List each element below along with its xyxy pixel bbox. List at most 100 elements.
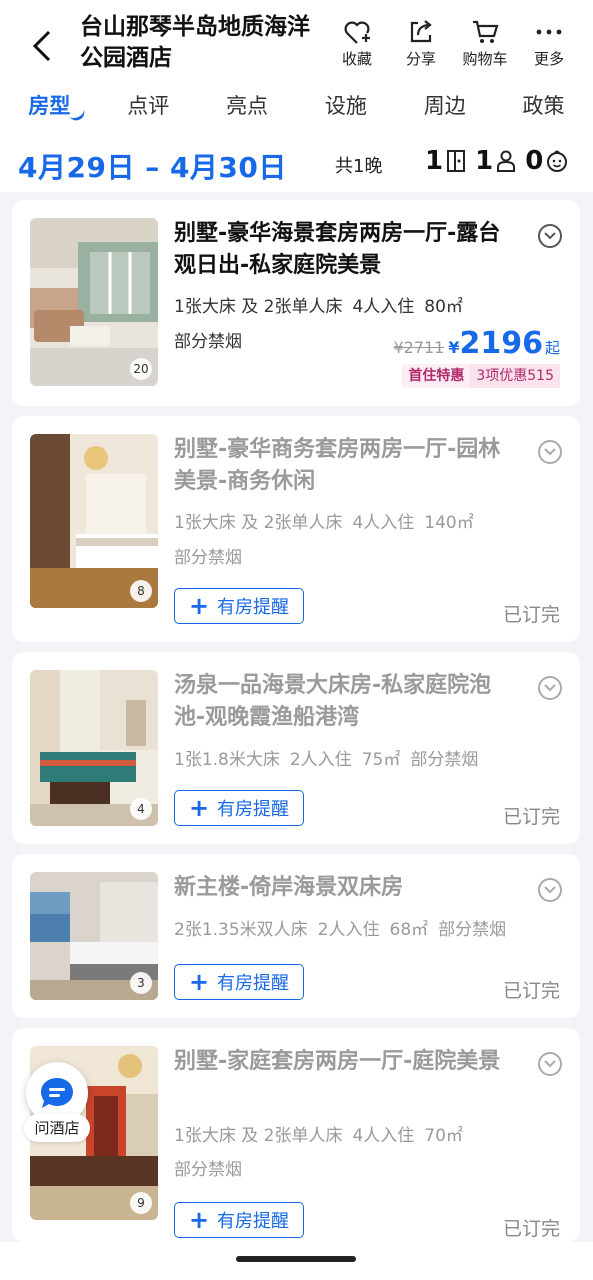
room-specs: 1张大床 及 2张单人床 4人入住 140㎡: [174, 511, 484, 535]
expand-button[interactable]: [538, 440, 562, 464]
share-icon: [410, 20, 432, 43]
more-icon: [536, 29, 562, 35]
door-icon: [447, 150, 466, 172]
chevron-down-icon: [544, 1060, 556, 1068]
room-card[interactable]: 9 别墅-家庭套房两房一厅-庭院美景 1张大床 及 2张单人床 4人入住 70㎡ 部…: [12, 1028, 580, 1242]
sold-out-status: 已订完: [502, 980, 560, 1002]
room-name: 汤泉一品海景大床房-私家庭院泡池-观晚霞渔船港湾: [174, 673, 492, 730]
area-info: 80㎡: [424, 297, 463, 317]
heart-plus-icon: [344, 21, 370, 44]
tab-bar: 房型 点评 亮点 设施 周边 政策: [0, 88, 593, 132]
promo-detail: 3项优惠515: [470, 364, 560, 388]
guest-info: 2人入住: [289, 750, 352, 770]
room-photo[interactable]: 20: [30, 218, 158, 386]
tab-reviews[interactable]: 点评: [99, 88, 198, 132]
adult-icon: [497, 150, 516, 172]
photo-count: 20: [130, 358, 152, 380]
chat-icon: [41, 1078, 73, 1108]
photo-count: 3: [130, 972, 152, 994]
room-card[interactable]: 8 别墅-豪华商务套房两房一厅-园林美景-商务休闲 1张大床 及 2张单人床 4人…: [12, 416, 580, 642]
guest-info: 4人入住: [352, 297, 415, 317]
promo-badge[interactable]: 首住特惠 3项优惠515: [402, 364, 560, 388]
expand-button[interactable]: [538, 878, 562, 902]
photo-count: 4: [130, 798, 152, 820]
more-label: 更多: [533, 50, 564, 68]
tab-room-types[interactable]: 房型: [0, 88, 99, 132]
children-value: 0: [525, 146, 544, 176]
guest-info: 4人入住: [352, 1126, 415, 1146]
bed-info: 2张1.35米双人床: [174, 920, 308, 940]
smoking-info: 部分禁烟: [174, 332, 242, 352]
tab-facilities[interactable]: 设施: [296, 88, 395, 132]
original-price: ¥2711: [393, 338, 445, 357]
room-specs: 1张大床 及 2张单人床 4人入住 80㎡: [174, 295, 473, 319]
room-specs: 1张大床 及 2张单人床 4人入住 70㎡: [174, 1124, 473, 1148]
chevron-down-icon: [544, 232, 556, 240]
availability-alert-button[interactable]: + 有房提醒: [174, 1202, 304, 1238]
date-range[interactable]: 4月29日 – 4月30日: [18, 146, 287, 186]
adults-value: 1: [475, 146, 494, 176]
smoking-info: 部分禁烟: [174, 1160, 242, 1180]
share-button[interactable]: 分享: [389, 18, 453, 69]
expand-button[interactable]: [538, 224, 562, 248]
room-photo[interactable]: 8: [30, 434, 158, 608]
remind-label: 有房提醒: [217, 597, 290, 618]
date-bar: 4月29日 – 4月30日 共1晚 1 1 0: [0, 136, 593, 192]
tab-label: 设施: [324, 94, 367, 118]
bed-info: 1张大床 及 2张单人床: [174, 513, 343, 533]
share-label: 分享: [405, 50, 436, 68]
header: 台山那琴半岛地质海洋公园酒店 收藏 分享 购物车 更多 房型 点评 亮点 设施 …: [0, 0, 593, 192]
room-photo[interactable]: 4: [30, 670, 158, 826]
smoking-info: 部分禁烟: [174, 548, 242, 568]
availability-alert-button[interactable]: + 有房提醒: [174, 588, 304, 624]
plus-icon: +: [188, 1206, 210, 1234]
guest-selector[interactable]: 1 1 0: [425, 146, 577, 176]
smoking-info: 部分禁烟: [410, 750, 479, 770]
current-price: 2196: [459, 326, 543, 361]
smoking-info: 部分禁烟: [438, 920, 507, 940]
chevron-down-icon: [544, 886, 556, 894]
room-card[interactable]: 20 别墅-豪华海景套房两房一厅-露台观日出-私家庭院美景 1张大床 及 2张单…: [12, 200, 580, 406]
back-button[interactable]: [24, 26, 60, 66]
remind-label: 有房提醒: [217, 973, 290, 994]
rooms-count: 1: [425, 146, 467, 176]
expand-button[interactable]: [538, 676, 562, 700]
area-info: 70㎡: [424, 1126, 463, 1146]
bottom-bar: [0, 1242, 593, 1280]
plus-icon: +: [188, 794, 210, 822]
availability-alert-button[interactable]: + 有房提醒: [174, 790, 304, 826]
bed-info: 1张大床 及 2张单人床: [174, 297, 343, 317]
cart-button[interactable]: 购物车: [453, 18, 517, 69]
tab-policies[interactable]: 政策: [494, 88, 593, 132]
guest-info: 4人入住: [352, 513, 415, 533]
active-tab-indicator: [69, 108, 87, 124]
room-name: 新主楼-倚岸海景双床房: [174, 875, 404, 900]
tab-nearby[interactable]: 周边: [395, 88, 494, 132]
tab-label: 房型: [28, 94, 71, 118]
home-indicator[interactable]: [236, 1256, 356, 1262]
room-specs: 1张1.8米大床 2人入住 75㎡ 部分禁烟: [174, 748, 488, 772]
room-card[interactable]: 4 汤泉一品海景大床房-私家庭院泡池-观晚霞渔船港湾 1张1.8米大床 2人入住 7…: [12, 652, 580, 844]
sold-out-status: 已订完: [502, 604, 560, 626]
price-row: ¥2711 ¥ 2196 起: [393, 326, 560, 361]
remind-label: 有房提醒: [217, 799, 290, 820]
more-button[interactable]: 更多: [517, 18, 581, 69]
child-icon: [547, 150, 568, 172]
children-count: 0: [525, 146, 569, 176]
room-specs: 2张1.35米双人床 2人入住 68㎡ 部分禁烟: [174, 918, 516, 942]
header-actions: 收藏 分享 购物车 更多: [325, 18, 581, 69]
remind-label: 有房提醒: [217, 1211, 290, 1232]
favorite-button[interactable]: 收藏: [325, 18, 389, 69]
tab-label: 政策: [522, 94, 565, 118]
ask-hotel-button[interactable]: 问酒店: [24, 1062, 90, 1142]
cart-icon: [473, 20, 499, 43]
tab-highlights[interactable]: 亮点: [198, 88, 297, 132]
room-name: 别墅-豪华商务套房两房一厅-园林美景-商务休闲: [174, 437, 501, 494]
availability-alert-button[interactable]: + 有房提醒: [174, 964, 304, 1000]
room-photo[interactable]: 3: [30, 872, 158, 1000]
room-card[interactable]: 3 新主楼-倚岸海景双床房 2张1.35米双人床 2人入住 68㎡ 部分禁烟 + 有房提…: [12, 854, 580, 1018]
nights-count: 共1晚: [335, 156, 383, 177]
room-name: 别墅-家庭套房两房一厅-庭院美景: [174, 1049, 501, 1074]
expand-button[interactable]: [538, 1052, 562, 1076]
plus-icon: +: [188, 968, 210, 996]
